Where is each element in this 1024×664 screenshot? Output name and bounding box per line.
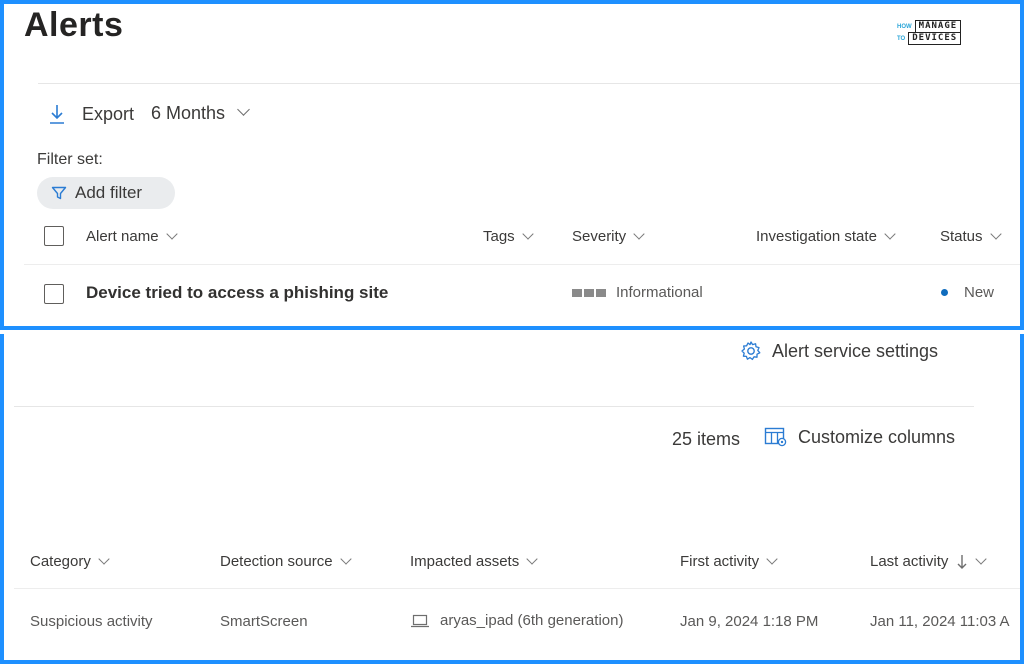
column-header-last-activity[interactable]: Last activity [870,552,988,570]
time-range-dropdown[interactable]: 6 Months [151,103,250,124]
chevron-down-icon [237,103,250,116]
customize-columns-label: Customize columns [798,426,956,447]
chevron-down-icon [165,228,178,240]
add-filter-button[interactable]: Add filter [37,177,175,209]
column-header-label: Severity [572,228,627,245]
detection-source-cell: SmartScreen [220,613,308,630]
column-header-investigation-state[interactable]: Investigation state [756,228,896,245]
chevron-down-icon [766,553,778,565]
chevron-down-icon [989,228,1002,240]
severity-cell: Informational [572,284,703,301]
alert-service-settings-label: Alert service settings [772,340,939,361]
sort-descending-icon [957,554,967,569]
time-range-label: 6 Months [151,103,226,123]
select-all-checkbox[interactable] [44,226,64,246]
alert-name-link[interactable]: Device tried to access a phishing site [86,283,388,303]
chevron-down-icon [633,228,645,240]
header-divider [38,83,1020,84]
chevron-down-icon [975,552,988,565]
status-cell: New [941,284,994,301]
column-header-status[interactable]: Status [940,228,1002,245]
gear-icon [741,341,761,361]
column-header-label: Alert name [86,228,159,245]
column-header-alert-name[interactable]: Alert name [86,228,178,245]
column-header-tags[interactable]: Tags [483,228,534,245]
filter-set-label: Filter set: [37,151,103,168]
column-header-label: Impacted assets [410,553,520,570]
column-header-impacted-assets[interactable]: Impacted assets [410,553,538,570]
bottom-header-divider [14,588,1020,589]
category-cell: Suspicious activity [30,613,153,630]
alert-service-settings-button[interactable]: Alert service settings [740,340,938,362]
logo-to: TO [897,35,906,42]
column-header-label: Tags [483,228,515,245]
add-filter-label: Add filter [75,183,143,202]
column-header-label: Status [940,228,983,245]
status-dot-icon [941,289,948,296]
column-header-label: Investigation state [756,228,877,245]
export-button[interactable]: Export [48,103,134,125]
column-header-label: Last activity [870,553,949,570]
customize-columns-icon [764,427,787,447]
page-title: Alerts [24,6,124,44]
chevron-down-icon [339,553,352,565]
first-activity-cell: Jan 9, 2024 1:18 PM [680,613,819,630]
export-label: Export [82,103,135,124]
column-header-severity[interactable]: Severity [572,228,645,245]
chevron-down-icon [98,553,110,565]
column-header-first-activity[interactable]: First activity [680,553,778,570]
impacted-asset-link[interactable]: aryas_ipad (6th generation) [410,612,623,629]
filter-icon [51,186,67,200]
status-label: New [964,284,995,301]
impacted-asset-label: aryas_ipad (6th generation) [440,612,624,629]
header-row-divider [24,264,1020,265]
severity-label: Informational [616,284,703,301]
site-logo: HOW MANAGE TO DEVICES [897,20,962,45]
column-header-label: Category [30,553,91,570]
alerts-top-panel: Alerts HOW MANAGE TO DEVICES Export 6 Mo… [0,0,1024,330]
laptop-icon [411,614,429,627]
severity-bars-icon [572,288,606,297]
column-header-label: First activity [680,553,760,570]
logo-devices: DEVICES [908,32,962,45]
chevron-down-icon [522,228,534,240]
last-activity-cell: Jan 11, 2024 11:03 A [870,613,1010,630]
logo-how: HOW [897,23,912,30]
section-divider [14,406,974,407]
download-icon [50,105,64,124]
column-header-label: Detection source [220,553,333,570]
customize-columns-button[interactable]: Customize columns [764,426,955,448]
column-header-detection-source[interactable]: Detection source [220,553,352,570]
row-checkbox[interactable] [44,284,64,304]
column-header-category[interactable]: Category [30,553,110,570]
items-count: 25 items [672,429,741,449]
chevron-down-icon [884,228,896,240]
chevron-down-icon [526,553,538,565]
alerts-bottom-panel: Alert service settings 25 items Customiz… [0,334,1024,664]
